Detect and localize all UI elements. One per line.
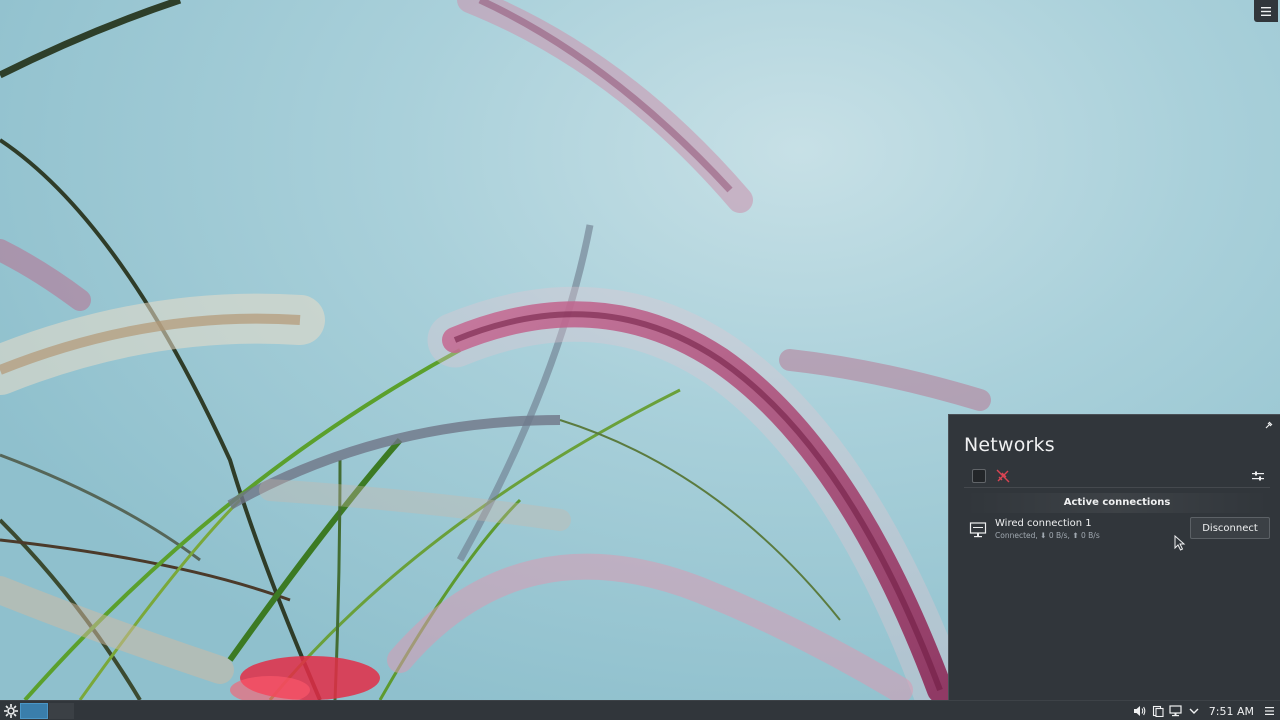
network-tray-button[interactable]	[1167, 701, 1185, 721]
chevron-down-icon	[1189, 708, 1199, 714]
expand-tray-button[interactable]	[1185, 701, 1203, 721]
clipboard-tray-button[interactable]	[1149, 701, 1167, 721]
taskbar: 7:51 AM	[0, 700, 1280, 720]
configure-network-button[interactable]	[1250, 468, 1266, 484]
pin-button[interactable]	[1264, 420, 1274, 430]
volume-tray-button[interactable]	[1131, 701, 1149, 721]
connection-status: Connected, ⬇ 0 B/s, ⬆ 0 B/s	[995, 531, 1100, 540]
popup-title: Networks	[964, 434, 1055, 456]
networks-popup: Networks Active connections Wired connec…	[948, 414, 1280, 700]
connection-name: Wired connection 1	[995, 518, 1092, 529]
hamburger-menu-icon	[1261, 6, 1271, 16]
pager-desktop-2[interactable]	[48, 703, 74, 719]
volume-icon	[1134, 706, 1146, 716]
pin-icon	[1265, 421, 1273, 429]
kde-launcher-icon	[4, 704, 18, 718]
panel-menu-icon	[1264, 707, 1274, 715]
mouse-cursor-icon	[1174, 535, 1186, 551]
desktop-toolbox-button[interactable]	[1254, 0, 1278, 22]
digital-clock[interactable]: 7:51 AM	[1209, 705, 1254, 718]
disconnect-button[interactable]: Disconnect	[1190, 517, 1270, 539]
wifi-toggle-checkbox[interactable]	[972, 469, 986, 483]
active-connections-header: Active connections	[964, 493, 1270, 513]
pager-desktop-1[interactable]	[20, 703, 48, 719]
panel-options-button[interactable]	[1262, 701, 1276, 721]
application-launcher-button[interactable]	[3, 703, 19, 719]
networks-toolbar	[964, 465, 1270, 488]
configure-icon	[1252, 471, 1264, 481]
clipboard-icon	[1152, 705, 1164, 717]
wired-network-icon	[969, 522, 987, 538]
network-wired-icon	[1169, 705, 1182, 717]
virtual-desktop-pager	[20, 703, 74, 719]
system-tray: 7:51 AM	[1131, 701, 1280, 721]
connection-item-wired-1[interactable]: Wired connection 1 Connected, ⬇ 0 B/s, ⬆…	[964, 517, 1270, 543]
airplane-mode-button[interactable]	[995, 468, 1011, 484]
airplane-mode-icon	[996, 469, 1010, 483]
